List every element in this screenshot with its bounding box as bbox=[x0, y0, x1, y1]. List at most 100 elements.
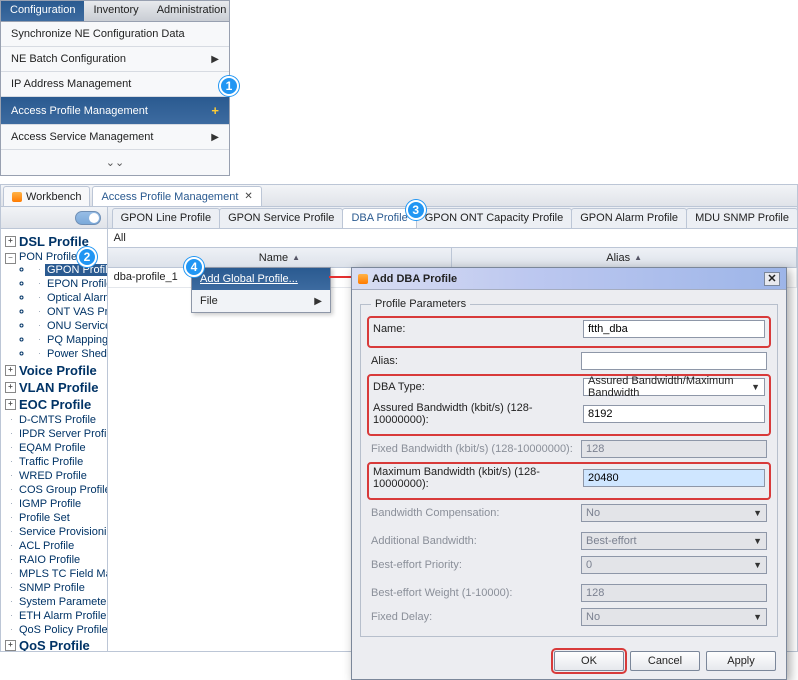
ok-button[interactable]: OK bbox=[554, 651, 624, 671]
dba-type-select[interactable]: Assured Bandwidth/Maximum Bandwidth▼ bbox=[583, 378, 765, 396]
menu-configuration[interactable]: Configuration bbox=[1, 1, 84, 21]
close-icon[interactable]: ✕ bbox=[244, 191, 252, 202]
select-value: No bbox=[586, 611, 600, 623]
menu-expand[interactable]: ⌄⌄ bbox=[1, 150, 229, 175]
chevron-down-icon: ▼ bbox=[751, 382, 760, 392]
subtab-gpon-alarm[interactable]: GPON Alarm Profile bbox=[571, 208, 687, 228]
menu-administration[interactable]: Administration bbox=[148, 1, 236, 21]
bw-comp-label: Bandwidth Compensation: bbox=[371, 507, 581, 519]
tree-power-shedding[interactable]: Power Shedding Profile bbox=[33, 347, 107, 361]
tree-wred-profile[interactable]: WRED Profile bbox=[5, 469, 107, 483]
sort-icon: ▲ bbox=[634, 253, 642, 262]
chevron-down-icon: ▼ bbox=[753, 508, 762, 518]
dialog-buttons: OK Cancel Apply bbox=[352, 645, 786, 679]
ctx-add-global-profile[interactable]: Add Global Profile... 4 bbox=[192, 268, 330, 290]
ctx-file[interactable]: File▶ bbox=[192, 290, 330, 312]
filter-value: All bbox=[114, 232, 126, 244]
menu-item-access-profile[interactable]: Access Profile Management + bbox=[1, 97, 229, 125]
workspace: Workbench Access Profile Management ✕ DSL… bbox=[0, 184, 798, 652]
nav-tree-panel: DSL Profile PON Profile 2 GPON Profile E… bbox=[1, 207, 108, 651]
step-badge-4: 4 bbox=[184, 257, 204, 277]
menu-item-ne-batch[interactable]: NE Batch Configuration▶ bbox=[1, 47, 229, 72]
fixed-bw-input bbox=[581, 440, 767, 458]
dialog-titlebar: Add DBA Profile ✕ bbox=[352, 268, 786, 290]
col-name[interactable]: Name ▲ bbox=[108, 248, 453, 267]
tab-access-profile-mgmt[interactable]: Access Profile Management ✕ bbox=[92, 186, 261, 206]
dialog-icon bbox=[358, 274, 368, 284]
tree-cos-group-profile[interactable]: COS Group Profile bbox=[5, 483, 107, 497]
panel-toggle[interactable] bbox=[75, 211, 101, 225]
select-value: 0 bbox=[586, 559, 592, 571]
tree-eth-alarm[interactable]: ETH Alarm Profile bbox=[5, 609, 107, 623]
configuration-dropdown: Synchronize NE Configuration Data NE Bat… bbox=[0, 22, 230, 176]
assured-bw-input[interactable] bbox=[583, 405, 765, 423]
subtab-gpon-service[interactable]: GPON Service Profile bbox=[219, 208, 343, 228]
tree-pon-profile[interactable]: PON Profile 2 GPON Profile EPON Profile … bbox=[5, 250, 107, 362]
subtab-gpon-ont-capacity[interactable]: GPON ONT Capacity Profile bbox=[416, 208, 573, 228]
tree-eoc-profile[interactable]: EOC Profile bbox=[5, 396, 107, 413]
label: Alias bbox=[606, 252, 630, 264]
submenu-arrow-icon: ▶ bbox=[314, 296, 322, 307]
tree-eqam-profile[interactable]: EQAM Profile bbox=[5, 441, 107, 455]
tree-snmp-profile[interactable]: SNMP Profile bbox=[5, 581, 107, 595]
menu-item-access-service[interactable]: Access Service Management▶ bbox=[1, 125, 229, 150]
close-button[interactable]: ✕ bbox=[764, 272, 780, 286]
be-weight-label: Best-effort Weight (1-10000): bbox=[371, 587, 581, 599]
subtab-gpon-line[interactable]: GPON Line Profile bbox=[112, 208, 220, 228]
tree-vlan-profile[interactable]: VLAN Profile bbox=[5, 379, 107, 396]
tree-profile-set[interactable]: Profile Set bbox=[5, 511, 107, 525]
label: Name bbox=[259, 252, 288, 264]
tree-gpon-profile[interactable]: GPON Profile bbox=[33, 263, 107, 277]
step-badge-2: 2 bbox=[77, 247, 97, 267]
apply-button[interactable]: Apply bbox=[706, 651, 776, 671]
label: Workbench bbox=[26, 191, 81, 203]
add-dba-profile-dialog: Add DBA Profile ✕ Profile Parameters Nam… bbox=[351, 267, 787, 680]
nav-tree: DSL Profile PON Profile 2 GPON Profile E… bbox=[1, 233, 107, 651]
tree-service-provisioning[interactable]: Service Provisioning Profile bbox=[5, 525, 107, 539]
tree-raio-profile[interactable]: RAIO Profile bbox=[5, 553, 107, 567]
cancel-button[interactable]: Cancel bbox=[630, 651, 700, 671]
tree-onu-service-level[interactable]: ONU Service Level Profile bbox=[33, 319, 107, 333]
menubar: Configuration Inventory Administration bbox=[0, 0, 230, 22]
be-priority-select: 0▼ bbox=[581, 556, 767, 574]
tree-optical-alarm[interactable]: Optical Alarm Profile bbox=[33, 291, 107, 305]
be-priority-label: Best-effort Priority: bbox=[371, 559, 581, 571]
select-value: Best-effort bbox=[586, 535, 637, 547]
label: Access Service Management bbox=[11, 131, 153, 143]
assured-bw-label: Assured Bandwidth (kbit/s) (128-10000000… bbox=[373, 402, 583, 426]
subtab-mdu-snmp[interactable]: MDU SNMP Profile bbox=[686, 208, 798, 228]
max-bw-label: Maximum Bandwidth (kbit/s) (128-10000000… bbox=[373, 466, 583, 490]
menu-item-sync-ne[interactable]: Synchronize NE Configuration Data bbox=[1, 22, 229, 47]
tree-pq-mapping[interactable]: PQ Mapping Profile bbox=[33, 333, 107, 347]
group-legend: Profile Parameters bbox=[371, 298, 470, 310]
profile-parameters-group: Profile Parameters Name: Alias: DBA Type… bbox=[360, 298, 778, 637]
tree-voice-profile[interactable]: Voice Profile bbox=[5, 362, 107, 379]
col-alias[interactable]: Alias ▲ bbox=[452, 248, 797, 267]
tree-dcmts-profile[interactable]: D-CMTS Profile bbox=[5, 413, 107, 427]
fixed-delay-label: Fixed Delay: bbox=[371, 611, 581, 623]
tree-mpls-tc-mapping[interactable]: MPLS TC Field Mapping Profile bbox=[5, 567, 107, 581]
label: Access Profile Management bbox=[101, 191, 238, 203]
tree-qos-policy[interactable]: QoS Policy Profile bbox=[5, 623, 107, 637]
tree-acl-profile[interactable]: ACL Profile bbox=[5, 539, 107, 553]
subtab-dba-profile[interactable]: DBA Profile 3 bbox=[342, 208, 416, 228]
sort-icon: ▲ bbox=[292, 253, 300, 262]
additional-bw-label: Additional Bandwidth: bbox=[371, 535, 581, 547]
tree-traffic-profile[interactable]: Traffic Profile bbox=[5, 455, 107, 469]
label: DBA Profile bbox=[351, 212, 407, 224]
menu-inventory[interactable]: Inventory bbox=[84, 1, 147, 21]
tab-workbench[interactable]: Workbench bbox=[3, 186, 90, 206]
tree-ont-vas[interactable]: ONT VAS Profile bbox=[33, 305, 107, 319]
chevron-down-icon: ▼ bbox=[753, 560, 762, 570]
max-bw-input[interactable] bbox=[583, 469, 765, 487]
menu-item-ip-mgmt[interactable]: IP Address Management 1 bbox=[1, 72, 229, 97]
tree-qos-profile[interactable]: QoS Profile bbox=[5, 637, 107, 651]
tree-epon-profile[interactable]: EPON Profile bbox=[33, 277, 107, 291]
tree-system-parameter[interactable]: System Parameter Profile bbox=[5, 595, 107, 609]
tree-ipdr-server-profile[interactable]: IPDR Server Profile bbox=[5, 427, 107, 441]
alias-input[interactable] bbox=[581, 352, 767, 370]
step-badge-1: 1 bbox=[219, 76, 239, 96]
tree-igmp-profile[interactable]: IGMP Profile bbox=[5, 497, 107, 511]
fixed-bw-label: Fixed Bandwidth (kbit/s) (128-10000000): bbox=[371, 443, 581, 455]
name-input[interactable] bbox=[583, 320, 765, 338]
